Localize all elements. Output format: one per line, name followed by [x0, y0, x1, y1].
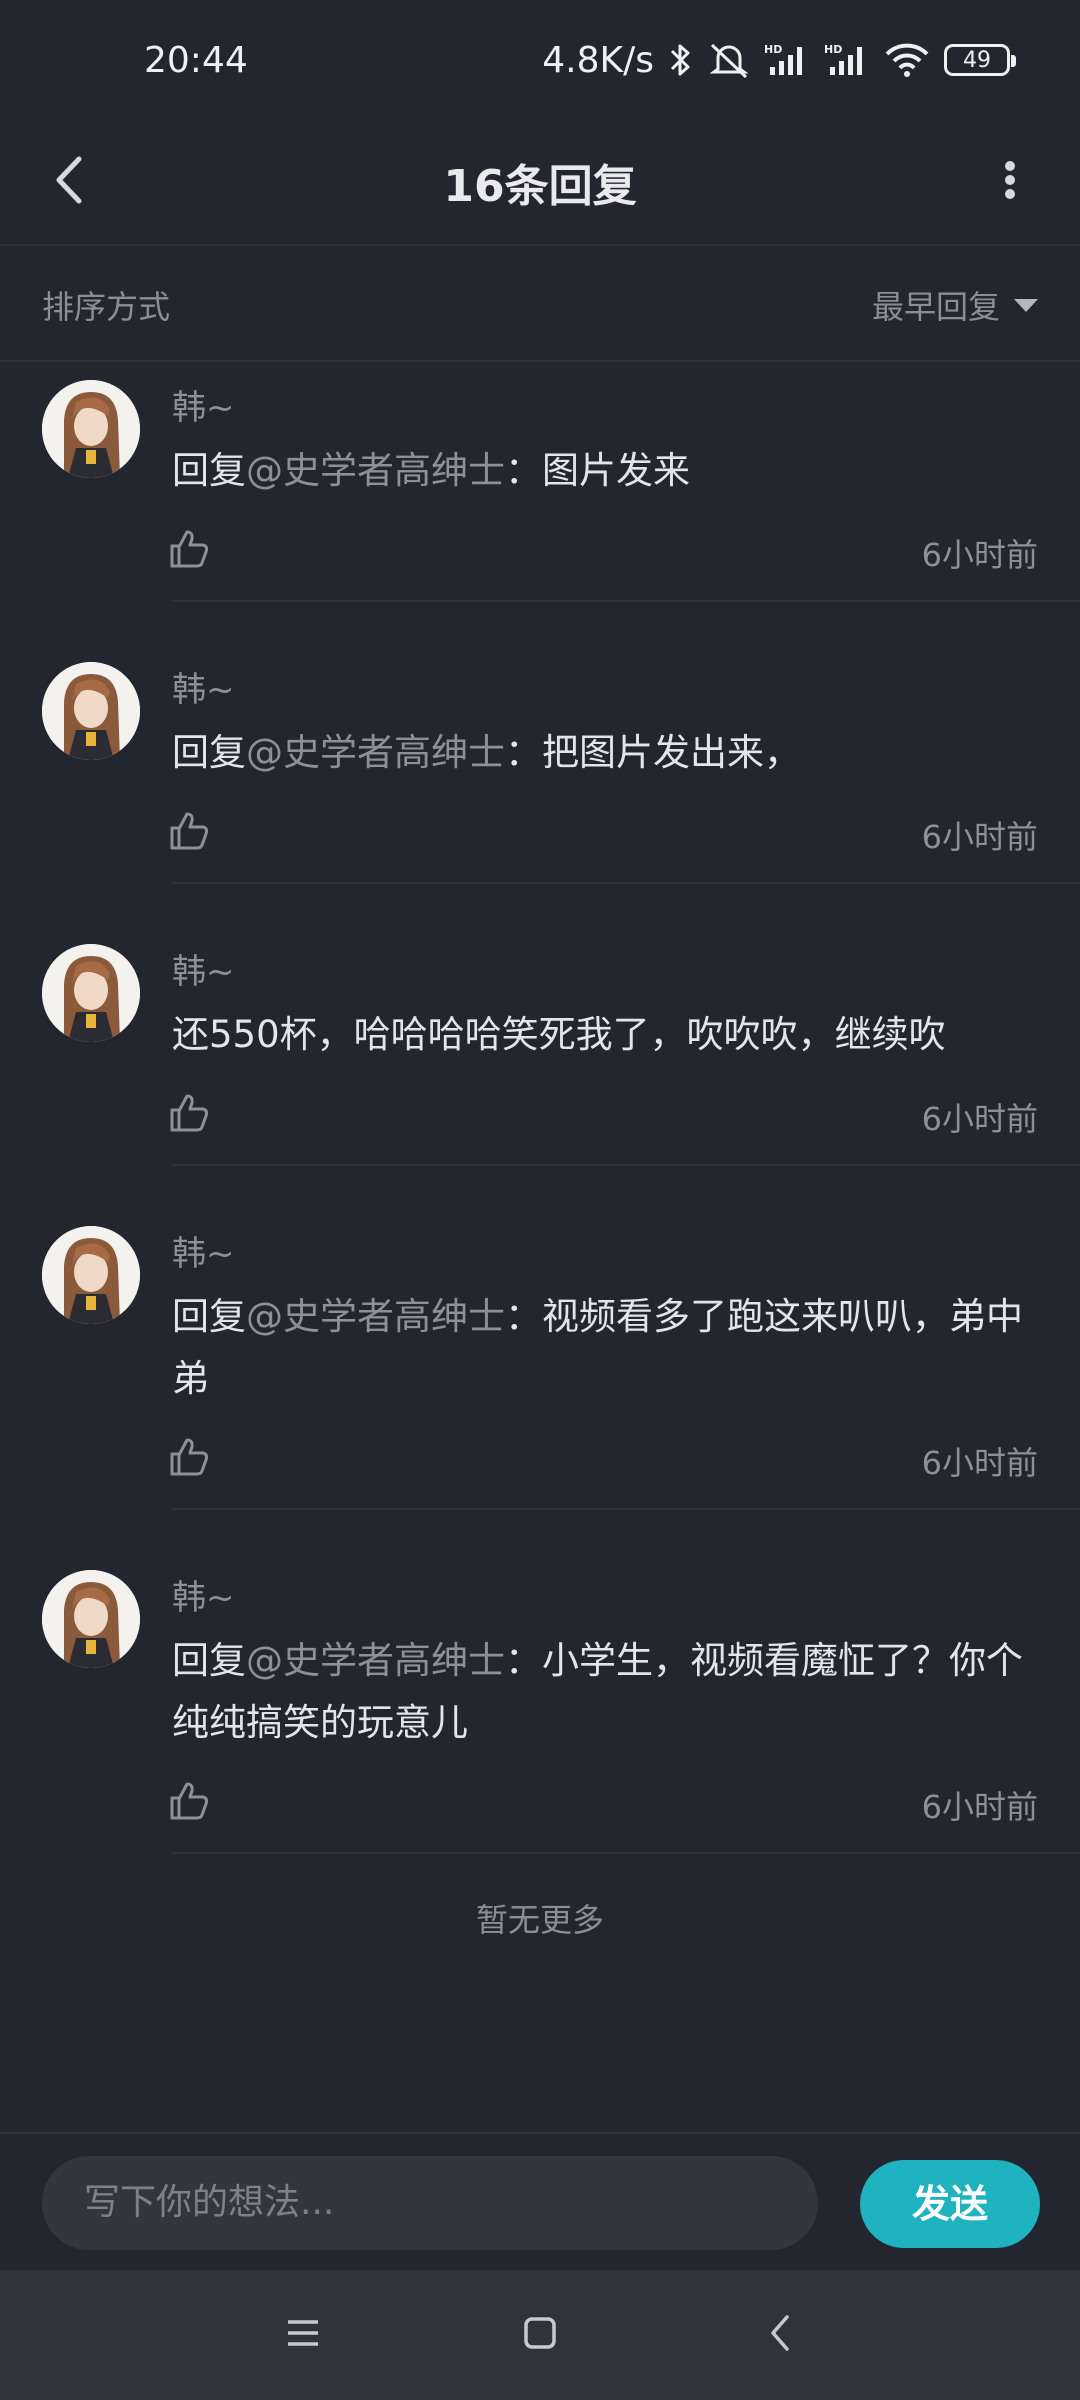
username[interactable]: 韩~ — [172, 380, 235, 429]
composer-bar: 写下你的想法... 发送 — [0, 2132, 1080, 2272]
reply-item: 韩~ 回复@史学者高绅士：图片发来 6小时前 — [0, 362, 1080, 602]
reply-text: 回复@史学者高绅士：小学生，视频看魔怔了？你个纯纯搞笑的玩意儿 — [172, 1630, 1042, 1754]
more-button[interactable] — [970, 142, 1050, 222]
reply-body: 还550杯，哈哈哈哈笑死我了，吹吹吹，继续吹 — [172, 1013, 946, 1056]
header-divider — [0, 244, 1080, 246]
network-speed: 4.8K/s — [542, 39, 654, 81]
reply-body: ：图片发来 — [505, 449, 690, 492]
back-button[interactable] — [30, 142, 110, 222]
no-more-label: 暂无更多 — [475, 1901, 604, 1939]
thumbs-up-icon[interactable] — [166, 808, 212, 854]
reply-divider — [172, 600, 1080, 602]
thumbs-up-icon[interactable] — [166, 526, 212, 572]
mute-icon — [708, 41, 750, 79]
status-icons: 4.8K/s HD HD 49 — [542, 39, 1016, 81]
chevron-left-icon — [768, 2314, 792, 2356]
svg-text:HD: HD — [764, 43, 782, 56]
username[interactable]: 韩~ — [172, 1226, 235, 1275]
reply-prefix: 回复 — [172, 731, 246, 774]
avatar[interactable] — [42, 380, 140, 478]
hd-signal-icon: HD — [764, 41, 810, 79]
battery-level: 49 — [963, 47, 991, 73]
sort-row: 排序方式 最早回复 — [0, 250, 1080, 360]
mention-link[interactable]: @史学者高绅士 — [246, 1639, 505, 1682]
hd-signal-icon: HD — [824, 41, 870, 79]
sort-dropdown[interactable]: 最早回复 — [872, 282, 1038, 328]
username[interactable]: 韩~ — [172, 662, 235, 711]
reply-text: 回复@史学者高绅士：视频看多了跑这来叭叭，弟中弟 — [172, 1286, 1042, 1410]
thumbs-up-icon[interactable] — [166, 1434, 212, 1480]
reply-prefix: 回复 — [172, 1639, 246, 1682]
menu-button[interactable] — [268, 2300, 338, 2370]
wifi-icon — [884, 41, 930, 79]
mention-link[interactable]: @史学者高绅士 — [246, 731, 505, 774]
username[interactable]: 韩~ — [172, 1570, 235, 1619]
chevron-left-icon — [53, 155, 87, 209]
caret-down-icon — [1014, 298, 1038, 312]
square-icon — [523, 2316, 557, 2354]
mention-link[interactable]: @史学者高绅士 — [246, 1295, 505, 1338]
thumbs-up-icon[interactable] — [166, 1778, 212, 1824]
sort-label: 排序方式 — [42, 288, 171, 326]
avatar[interactable] — [42, 662, 140, 760]
reply-text: 回复@史学者高绅士：把图片发出来， — [172, 722, 1042, 784]
battery-icon: 49 — [944, 44, 1016, 76]
svg-text:HD: HD — [824, 43, 842, 56]
more-vertical-icon — [1004, 160, 1016, 204]
reply-divider — [172, 1164, 1080, 1166]
username[interactable]: 韩~ — [172, 944, 235, 993]
system-nav-bar — [0, 2270, 1080, 2400]
reply-prefix: 回复 — [172, 449, 246, 492]
reply-time: 6小时前 — [921, 536, 1038, 574]
reply-divider — [172, 882, 1080, 884]
header: 16条回复 — [0, 120, 1080, 244]
reply-time: 6小时前 — [921, 1444, 1038, 1482]
avatar[interactable] — [42, 1226, 140, 1324]
avatar[interactable] — [42, 1570, 140, 1668]
avatar[interactable] — [42, 944, 140, 1042]
send-button[interactable]: 发送 — [860, 2160, 1040, 2248]
reply-time: 6小时前 — [921, 1100, 1038, 1138]
reply-text: 还550杯，哈哈哈哈笑死我了，吹吹吹，继续吹 — [172, 1004, 1042, 1066]
reply-item: 韩~ 还550杯，哈哈哈哈笑死我了，吹吹吹，继续吹 6小时前 — [0, 926, 1080, 1166]
thumbs-up-icon[interactable] — [166, 1090, 212, 1136]
reply-time: 6小时前 — [921, 1788, 1038, 1826]
reply-body: ：把图片发出来， — [505, 731, 801, 774]
bluetooth-icon — [668, 41, 694, 79]
nav-back-button[interactable] — [745, 2300, 815, 2370]
menu-icon — [286, 2318, 320, 2352]
status-time: 20:44 — [144, 39, 248, 81]
mention-link[interactable]: @史学者高绅士 — [246, 449, 505, 492]
reply-item: 韩~ 回复@史学者高绅士：小学生，视频看魔怔了？你个纯纯搞笑的玩意儿 6小时前 — [0, 1552, 1080, 1854]
reply-divider — [172, 1852, 1080, 1854]
reply-divider — [172, 1508, 1080, 1510]
reply-time: 6小时前 — [921, 818, 1038, 856]
comment-input[interactable]: 写下你的想法... — [42, 2156, 818, 2250]
reply-text: 回复@史学者高绅士：图片发来 — [172, 440, 1042, 502]
page-title: 16条回复 — [443, 161, 637, 212]
reply-item: 韩~ 回复@史学者高绅士：把图片发出来， 6小时前 — [0, 644, 1080, 884]
status-bar: 20:44 4.8K/s HD HD 49 — [0, 0, 1080, 120]
reply-item: 韩~ 回复@史学者高绅士：视频看多了跑这来叭叭，弟中弟 6小时前 — [0, 1208, 1080, 1510]
sort-selected: 最早回复 — [871, 288, 1000, 326]
reply-prefix: 回复 — [172, 1295, 246, 1338]
home-button[interactable] — [505, 2300, 575, 2370]
